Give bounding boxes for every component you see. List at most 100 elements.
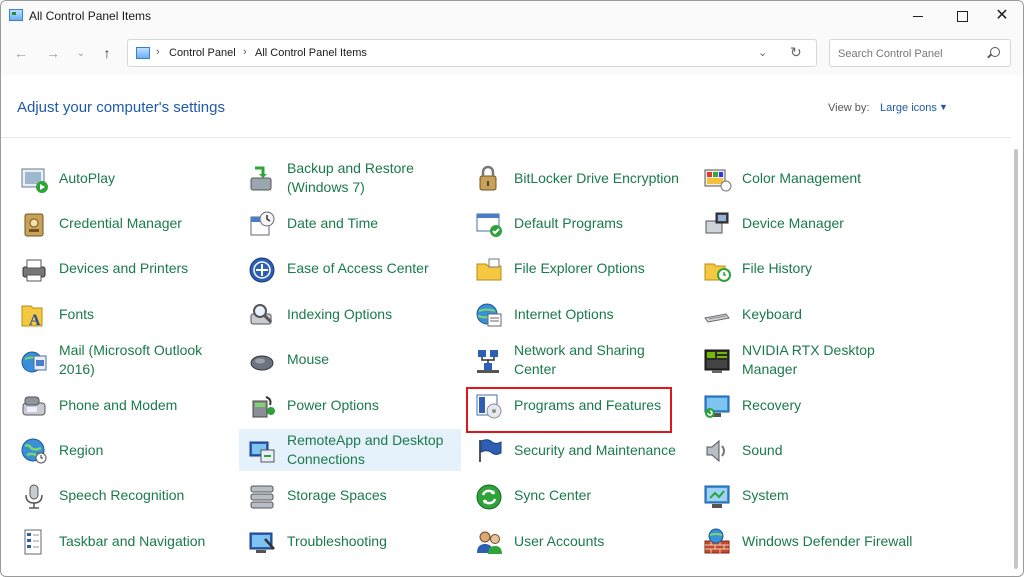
address-dropdown-icon[interactable]: ⌄ [758, 46, 767, 59]
control-panel-item-label[interactable]: Sync Center [514, 475, 686, 517]
control-panel-item-label[interactable]: BitLocker Drive Encryption [514, 157, 686, 199]
control-panel-item-label[interactable]: AutoPlay [59, 157, 231, 199]
close-button[interactable]: ✕ [979, 1, 1023, 31]
breadcrumb-separator-icon[interactable]: › [156, 46, 160, 58]
control-panel-item-label[interactable]: Power Options [287, 384, 459, 426]
up-button[interactable]: ↑ [97, 43, 117, 63]
control-panel-item-label[interactable]: Mail (Microsoft Outlook 2016) [59, 339, 231, 381]
control-panel-item-phone-modem[interactable]: Phone and Modem [11, 384, 233, 426]
control-panel-item-label[interactable]: Backup and Restore (Windows 7) [287, 157, 459, 199]
control-panel-item-label[interactable]: Sound [742, 429, 914, 471]
control-panel-item-label[interactable]: Network and Sharing Center [514, 339, 686, 381]
control-panel-item-label[interactable]: Credential Manager [59, 202, 231, 244]
control-panel-item-file-history[interactable]: File History [694, 248, 916, 290]
control-panel-item-label[interactable]: Taskbar and Navigation [59, 520, 231, 562]
control-panel-item-color-management[interactable]: Color Management [694, 157, 916, 199]
control-panel-item-label[interactable]: Phone and Modem [59, 384, 231, 426]
control-panel-item-devices-printers[interactable]: Devices and Printers [11, 248, 233, 290]
internet-options-icon [474, 300, 504, 330]
control-panel-item-label[interactable]: Security and Maintenance [514, 429, 686, 471]
control-panel-item-default-programs[interactable]: Default Programs [466, 202, 688, 244]
control-panel-item-label[interactable]: Ease of Access Center [287, 248, 459, 290]
search-box[interactable] [829, 39, 1011, 67]
control-panel-item-bitlocker[interactable]: BitLocker Drive Encryption [466, 157, 688, 199]
control-panel-item-credential-manager[interactable]: Credential Manager [11, 202, 233, 244]
arrow-left-icon: ← [14, 45, 28, 61]
breadcrumb-separator-icon[interactable]: › [243, 46, 247, 58]
control-panel-item-label[interactable]: Date and Time [287, 202, 459, 244]
control-panel-item-label[interactable]: Windows Defender Firewall [742, 520, 914, 562]
control-panel-item-label[interactable]: Device Manager [742, 202, 914, 244]
control-panel-item-label[interactable]: Keyboard [742, 293, 914, 335]
control-panel-item-firewall[interactable]: Windows Defender Firewall [694, 520, 916, 562]
control-panel-item-indexing-options[interactable]: Indexing Options [239, 293, 461, 335]
address-bar[interactable]: › Control Panel › All Control Panel Item… [127, 39, 817, 67]
control-panel-item-date-time[interactable]: Date and Time [239, 202, 461, 244]
chevron-down-icon: ⌄ [76, 47, 86, 59]
highlight-box [466, 387, 672, 433]
control-panel-item-keyboard[interactable]: Keyboard [694, 293, 916, 335]
control-panel-item-label[interactable]: Color Management [742, 157, 914, 199]
minimize-button[interactable] [895, 1, 941, 31]
mouse-icon [247, 346, 277, 376]
control-panel-item-label[interactable]: Recovery [742, 384, 914, 426]
recent-locations-button[interactable]: ⌄ [71, 43, 91, 63]
forward-button[interactable]: → [43, 43, 63, 63]
control-panel-item-label[interactable]: Internet Options [514, 293, 686, 335]
view-by-dropdown[interactable]: Large icons [880, 102, 937, 114]
control-panel-item-system[interactable]: System [694, 475, 916, 517]
refresh-icon[interactable]: ↻ [790, 44, 802, 61]
breadcrumb-control-panel[interactable]: Control Panel [169, 47, 236, 59]
caret-down-icon[interactable]: ▼ [939, 102, 948, 112]
control-panel-item-troubleshooting[interactable]: Troubleshooting [239, 520, 461, 562]
indexing-options-icon [247, 300, 277, 330]
control-panel-item-label[interactable]: Speech Recognition [59, 475, 231, 517]
control-panel-item-remoteapp[interactable]: RemoteApp and Desktop Connections [239, 429, 461, 472]
control-panel-item-nvidia[interactable]: NVIDIA RTX Desktop Manager [694, 339, 916, 381]
control-panel-item-backup-restore[interactable]: Backup and Restore (Windows 7) [239, 157, 461, 199]
control-panel-item-storage-spaces[interactable]: Storage Spaces [239, 475, 461, 517]
minimize-icon [913, 15, 923, 17]
scrollbar[interactable] [1014, 149, 1018, 569]
color-management-icon [702, 164, 732, 194]
control-panel-item-sync-center[interactable]: Sync Center [466, 475, 688, 517]
control-panel-item-user-accounts[interactable]: User Accounts [466, 520, 688, 562]
control-panel-item-fonts[interactable]: A Fonts [11, 293, 233, 335]
recovery-icon [702, 391, 732, 421]
breadcrumb-all-items[interactable]: All Control Panel Items [255, 47, 367, 59]
control-panel-item-mail[interactable]: Mail (Microsoft Outlook 2016) [11, 339, 233, 381]
control-panel-item-file-explorer-options[interactable]: File Explorer Options [466, 248, 688, 290]
control-panel-item-label[interactable]: File History [742, 248, 914, 290]
control-panel-item-network-sharing[interactable]: Network and Sharing Center [466, 339, 688, 381]
control-panel-item-label[interactable]: Devices and Printers [59, 248, 231, 290]
control-panel-item-label[interactable]: Default Programs [514, 202, 686, 244]
remoteapp-icon [247, 436, 277, 466]
control-panel-item-sound[interactable]: Sound [694, 429, 916, 471]
control-panel-item-label[interactable]: Fonts [59, 293, 231, 335]
control-panel-item-speech-recognition[interactable]: Speech Recognition [11, 475, 233, 517]
control-panel-item-label[interactable]: File Explorer Options [514, 248, 686, 290]
control-panel-item-device-manager[interactable]: Device Manager [694, 202, 916, 244]
search-icon[interactable] [990, 47, 1000, 57]
control-panel-item-ease-of-access[interactable]: Ease of Access Center [239, 248, 461, 290]
control-panel-item-label[interactable]: System [742, 475, 914, 517]
control-panel-item-mouse[interactable]: Mouse [239, 339, 461, 381]
control-panel-item-label[interactable]: Region [59, 429, 231, 471]
backup-restore-icon [247, 164, 277, 194]
control-panel-item-autoplay[interactable]: AutoPlay [11, 157, 233, 199]
control-panel-item-region[interactable]: Region [11, 429, 233, 471]
control-panel-item-label[interactable]: Mouse [287, 339, 459, 381]
control-panel-item-taskbar[interactable]: Taskbar and Navigation [11, 520, 233, 562]
control-panel-item-label[interactable]: RemoteApp and Desktop Connections [287, 429, 459, 471]
search-input[interactable] [836, 44, 990, 64]
control-panel-item-internet-options[interactable]: Internet Options [466, 293, 688, 335]
control-panel-item-recovery[interactable]: Recovery [694, 384, 916, 426]
back-button[interactable]: ← [11, 43, 31, 63]
control-panel-item-label[interactable]: Storage Spaces [287, 475, 459, 517]
control-panel-item-label[interactable]: User Accounts [514, 520, 686, 562]
control-panel-item-power-options[interactable]: Power Options [239, 384, 461, 426]
control-panel-item-label[interactable]: Troubleshooting [287, 520, 459, 562]
control-panel-item-label[interactable]: Indexing Options [287, 293, 459, 335]
control-panel-item-label[interactable]: NVIDIA RTX Desktop Manager [742, 339, 914, 381]
control-panel-item-security-maintenance[interactable]: Security and Maintenance [466, 429, 688, 471]
